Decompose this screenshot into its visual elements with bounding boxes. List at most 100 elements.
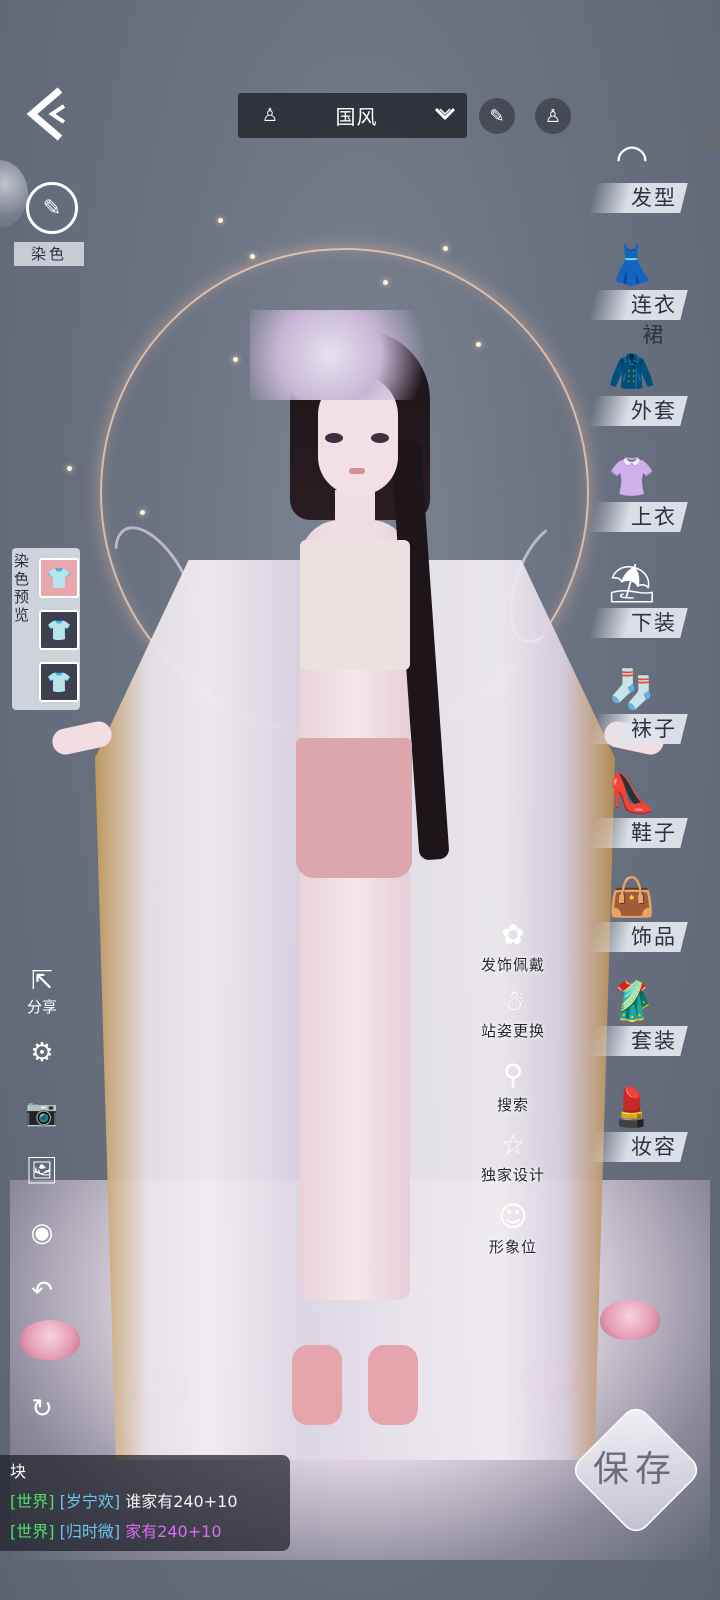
chat-message: [世界] [岁宁欢] 谁家有240+10 (10, 1488, 238, 1512)
hair-accessory-label: 发饰佩戴 (480, 956, 545, 974)
category-accessories-label: 饰品 (631, 925, 677, 949)
save-label: 保存 (592, 1449, 677, 1490)
category-coat-label: 外套 (631, 399, 677, 423)
category-top[interactable]: 👚 上衣 (588, 446, 688, 540)
category-coat[interactable]: 🧥 外套 (588, 340, 688, 434)
character-eye (371, 433, 389, 443)
star-decoration: ☆ (701, 122, 720, 157)
gallery-button[interactable]: 🖼 (22, 1156, 62, 1186)
sparkle (67, 466, 72, 471)
avatar-icon: ☺ (498, 1200, 528, 1233)
character-eye (325, 433, 343, 443)
pose-icon: ☃ (500, 984, 526, 1017)
share-label: 分享 (26, 998, 57, 1016)
category-socks-label: 袜子 (631, 717, 677, 741)
dress-icon: ♙ (544, 105, 562, 127)
hair-accessory-button[interactable]: ✿ 发饰佩戴 (476, 916, 550, 975)
dress-icon: 👗 (608, 243, 656, 287)
high-heel-icon: 👠 (608, 771, 656, 815)
reset-button[interactable]: ↻ (22, 1394, 62, 1424)
category-hair-label: 发型 (631, 186, 677, 210)
category-makeup[interactable]: 💄 妆容 (588, 1076, 688, 1170)
category-makeup-label: 妆容 (631, 1135, 677, 1159)
socks-icon: 🧦 (608, 667, 656, 711)
sparkle (476, 342, 481, 347)
category-socks[interactable]: 🧦 袜子 (588, 658, 688, 752)
settings-button[interactable]: ⚙ (22, 1038, 62, 1068)
pink-shorts (296, 738, 412, 878)
dye-preview-label: 染色预览 (14, 552, 30, 624)
back-button[interactable] (24, 86, 68, 142)
sparkle (233, 357, 238, 362)
hairpin-icon: ✿ (501, 918, 525, 951)
exclusive-design-button[interactable]: ☆ 独家设计 (476, 1126, 550, 1185)
star-icon: ☆ (500, 1128, 526, 1161)
undo-button[interactable]: ↶ (22, 1276, 62, 1306)
pose-change-label: 站姿更换 (480, 1022, 545, 1040)
camera-button[interactable]: 📷 (22, 1098, 62, 1128)
style-dropdown[interactable]: ♙ 国风 (238, 93, 467, 138)
swatch-white[interactable]: 👕 (39, 662, 79, 702)
style-dropdown-value: 国风 (335, 105, 378, 129)
suit-icon: 🥻 (608, 979, 656, 1023)
undo-icon: ↶ (31, 1276, 53, 1306)
category-dress-label: 连衣裙 (631, 293, 677, 347)
category-suit[interactable]: 🥻 套装 (588, 970, 688, 1064)
skirt-icon: ⛱ (607, 561, 657, 605)
back-arrow-icon (26, 87, 66, 141)
character-neck (335, 490, 375, 540)
exclusive-design-label: 独家设计 (480, 1166, 545, 1184)
chat-sender[interactable]: [岁宁欢] (60, 1492, 121, 1511)
eye-icon: ◉ (30, 1218, 54, 1248)
lotus-decoration (20, 1320, 80, 1360)
chat-sender[interactable]: [归时微] (60, 1522, 121, 1541)
dye-button[interactable]: ✎ (26, 182, 78, 234)
dress-icon: ♙ (261, 105, 279, 126)
category-suit-label: 套装 (631, 1029, 677, 1053)
category-shoes-label: 鞋子 (631, 821, 677, 845)
share-button[interactable]: ⇱ 分享 (22, 966, 62, 1017)
visibility-button[interactable]: ◉ (22, 1218, 62, 1248)
search-button[interactable]: ⚲ 搜索 (476, 1056, 550, 1115)
swatch-white[interactable]: 👕 (39, 610, 79, 650)
search-label: 搜索 (496, 1096, 529, 1114)
pink-slipper (292, 1345, 342, 1425)
pose-change-button[interactable]: ☃ 站姿更换 (476, 982, 550, 1041)
bubble-decoration (0, 160, 28, 228)
pink-slipper (368, 1345, 418, 1425)
sparkle (443, 246, 448, 251)
category-bottom[interactable]: ⛱ 下装 (588, 552, 688, 646)
gear-icon: ⚙ (30, 1038, 54, 1068)
image-icon: 🖼 (25, 1156, 59, 1186)
avatar-slot-label: 形象位 (488, 1238, 537, 1256)
chat-text: 谁家有240+10 (125, 1492, 238, 1511)
category-shoes[interactable]: 👠 鞋子 (588, 762, 688, 856)
palette-brush-icon: ✎ (42, 195, 62, 221)
hair-ornament (250, 310, 450, 400)
category-dress[interactable]: 👗 连衣裙 (588, 234, 688, 347)
shirt-icon: 👚 (608, 455, 656, 499)
outfit-button[interactable]: ♙ (535, 98, 571, 134)
brush-icon: ✎ (489, 105, 505, 127)
avatar-slot-button[interactable]: ☺ 形象位 (476, 1198, 550, 1257)
sparkle (140, 510, 145, 515)
swatch-pink[interactable]: 👕 (39, 558, 79, 598)
makeup-icon: 💄 (608, 1085, 656, 1129)
lotus-decoration (600, 1300, 660, 1340)
share-icon: ⇱ (31, 966, 53, 996)
chat-message: [世界] [归时微] 家有240+10 (10, 1518, 222, 1542)
category-top-label: 上衣 (631, 505, 677, 529)
bag-icon: 👜 (608, 875, 656, 919)
sparkle (250, 254, 255, 259)
category-hair[interactable]: ◠ 发型 (588, 127, 688, 221)
chat-line: 块 (10, 1458, 26, 1482)
sparkle (383, 280, 388, 285)
edit-brush-button[interactable]: ✎ (479, 98, 515, 134)
shirt-icon: 👕 (46, 566, 72, 590)
category-accessories[interactable]: 👜 饰品 (588, 866, 688, 960)
category-bottom-label: 下装 (631, 611, 677, 635)
chat-channel: [世界] (10, 1492, 55, 1511)
character-lips (349, 468, 365, 474)
search-icon: ⚲ (502, 1058, 524, 1091)
chat-text: 块 (10, 1462, 27, 1481)
